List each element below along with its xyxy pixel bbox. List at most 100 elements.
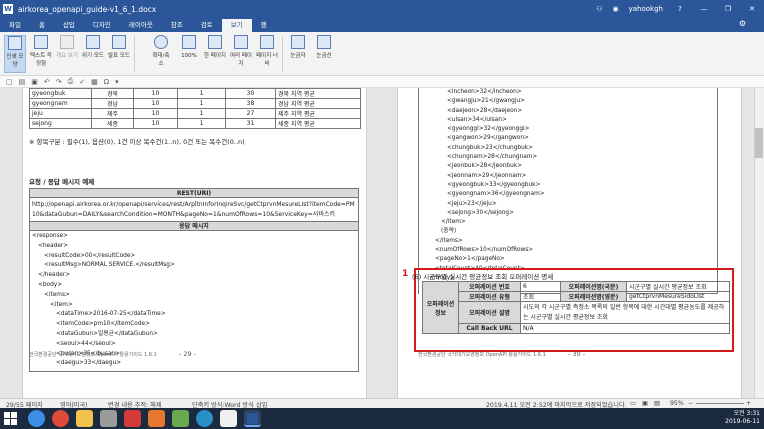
tab-file[interactable]: 파일	[0, 19, 30, 32]
item-category-note: ※ 항목구분 : 필수(1), 옵션(0), 1건 이상 복수건(1..n), …	[29, 138, 245, 146]
table-row: Call Back URL N/A	[423, 323, 730, 334]
scrollbar-thumb[interactable]	[755, 128, 763, 158]
table-cell: 세종 지역 평균	[275, 118, 361, 129]
page-number: - 29 -	[179, 350, 197, 358]
customize-toolbar-icon[interactable]: ▾	[115, 78, 119, 86]
print-layout-button[interactable]: 인쇄 모양	[4, 35, 26, 73]
xml-line: <jeju>23</jeju>	[447, 200, 497, 207]
table-row: 오퍼레이션 설명 시도의 각 시군구별 측정소 목록의 일반 항목에 대한 시간…	[423, 301, 730, 324]
save-icon[interactable]: ▣	[31, 78, 38, 86]
page-width-button[interactable]: 페이지 너비	[256, 35, 278, 73]
multiple-pages-button[interactable]: 여러 페이지	[230, 35, 252, 73]
operation-spec-table: 오퍼레이션 정보 오퍼레이션 번호 6 오퍼레이션명(국문) 시군구별 실시간 …	[422, 281, 730, 334]
vertical-scrollbar[interactable]	[754, 88, 764, 398]
ribbon-tabs: 파일 홈 삽입 디자인 레이아웃 참조 검토 보기 펜 ⚙	[0, 18, 764, 32]
zoom-out-button[interactable]: −	[688, 400, 693, 407]
read-mode-button[interactable]: 위기 모드	[82, 35, 104, 73]
xml-line: <gyeongbuk>33</gyeongbuk>	[447, 181, 541, 188]
zoom-button[interactable]: 확대/축소	[150, 35, 172, 73]
tab-pen[interactable]: 펜	[252, 19, 276, 32]
account-icon[interactable]: ⚇	[591, 5, 607, 13]
tab-design[interactable]: 디자인	[84, 19, 120, 32]
table-cell: 27	[225, 108, 276, 119]
table-row: sejong 세종 10 1 31 세종 지역 평균	[29, 118, 361, 129]
redo-icon[interactable]: ↷	[56, 78, 62, 86]
tab-home[interactable]: 홈	[30, 19, 54, 32]
response-xml-continued: <incheon>32</incheon> <gwangju>21</gwang…	[418, 88, 718, 294]
app-icon[interactable]	[148, 410, 165, 427]
zoom-in-button[interactable]: +	[746, 400, 751, 407]
user-name[interactable]: yahookgh	[624, 5, 668, 13]
xml-line: <jeonbuk>28</jeonbuk>	[447, 163, 522, 170]
page-footer: 한국환경공단 국가대기오염정보 OpenAPI 활용가이드 1.6.1	[29, 352, 157, 358]
table-cell: 경북 지역 평균	[275, 88, 361, 99]
presentation-mode-button[interactable]: 발표 모드	[108, 35, 130, 73]
xml-line: </header>	[38, 272, 71, 279]
undo-icon[interactable]: ↶	[44, 78, 50, 86]
help-button[interactable]: ?	[668, 5, 692, 13]
table-cell: gyeongnam	[29, 98, 92, 109]
new-document-icon[interactable]: ▢	[6, 78, 13, 86]
clock-time: 오전 3:31	[733, 410, 760, 417]
tab-layout[interactable]: 레이아웃	[120, 19, 162, 32]
table-cell: 1	[177, 98, 226, 109]
table-cell: 10	[133, 108, 178, 119]
app-icon[interactable]	[124, 410, 141, 427]
request-response-box: REST(URI) http://openapi.airkorea.or.kr/…	[29, 188, 359, 372]
app-icon[interactable]	[100, 410, 117, 427]
web-layout-icon[interactable]: ▤	[654, 400, 660, 407]
tab-view[interactable]: 보기	[221, 19, 252, 32]
word-taskbar-icon[interactable]	[244, 410, 261, 427]
file-explorer-icon[interactable]	[76, 410, 93, 427]
close-button[interactable]: ✕	[740, 5, 764, 13]
edge-browser-icon[interactable]	[28, 410, 45, 427]
table-cell: 38	[225, 98, 276, 109]
spelling-icon[interactable]: ✓	[79, 78, 85, 86]
op-name-kr: 시군구별 실시간 평균정보 조회	[626, 281, 730, 292]
one-page-button[interactable]: 한 페이지	[204, 35, 226, 73]
notification-icon[interactable]: ◉	[608, 5, 624, 13]
zoom-100-button[interactable]: 100%	[178, 35, 200, 73]
section-title: (6) 시군구별 실시간 평균정보 조회 오퍼레이션 명세	[412, 273, 554, 281]
xml-line: <daejeon>28</daejeon>	[447, 107, 523, 114]
minimize-button[interactable]: —	[692, 5, 716, 13]
outline-view-button[interactable]: 개요 보기	[56, 35, 78, 73]
xml-line: <daegu>33</daegu>	[56, 360, 122, 367]
gridlines-button[interactable]: 눈금선	[313, 35, 335, 73]
op-desc-label: 오퍼레이션 설명	[458, 301, 521, 324]
table-icon[interactable]: ▦	[91, 78, 98, 86]
regions-table: gyeongbuk 경북 10 1 30 경북 지역 평균 gyeongnam …	[29, 88, 361, 129]
table-cell: 제주 지역 평균	[275, 108, 361, 119]
outline-icon	[60, 35, 74, 49]
xml-line: (중략)	[441, 228, 457, 235]
read-mode-icon[interactable]: ▭	[630, 400, 636, 407]
ruler-button[interactable]: 눈금자	[287, 35, 309, 73]
tab-review[interactable]: 검토	[192, 19, 222, 32]
table-row: gyeongnam 경남 10 1 38 경남 지역 평균	[29, 98, 361, 109]
table-row: 오퍼레이션 유형 조회 오퍼레이션명(영문) getCtprvnMesureSi…	[423, 291, 730, 302]
print-icon[interactable]: ⎙	[68, 77, 74, 86]
ribbon-settings-icon[interactable]: ⚙	[739, 19, 746, 28]
table-row: jeju 제주 10 1 27 제주 지역 평균	[29, 108, 361, 119]
open-folder-icon[interactable]: ▤	[19, 78, 26, 86]
zoom-level[interactable]: 95%	[670, 400, 684, 407]
windows-start-icon[interactable]	[4, 412, 17, 425]
print-layout-status-icon[interactable]: ▣	[642, 400, 648, 407]
read-mode-icon	[86, 35, 100, 49]
xml-line: <chungbuk>23</chungbuk>	[447, 144, 533, 151]
zoom-slider[interactable]	[696, 403, 744, 404]
chrome-browser-icon[interactable]	[52, 410, 69, 427]
app-icon[interactable]	[220, 410, 237, 427]
xml-line: <gangwon>29</gangwon>	[447, 135, 529, 142]
tab-insert[interactable]: 삽입	[54, 19, 84, 32]
table-row: 오퍼레이션 정보 오퍼레이션 번호 6 오퍼레이션명(국문) 시군구별 실시간 …	[422, 281, 730, 334]
one-page-icon	[208, 35, 222, 49]
text-layout-button[interactable]: 텍스트 작정형	[30, 35, 52, 73]
app-icon[interactable]	[196, 410, 213, 427]
text-layout-icon	[34, 35, 48, 49]
system-tray-clock[interactable]: 오전 3:31 2019-06-11	[725, 410, 760, 426]
app-icon[interactable]	[172, 410, 189, 427]
symbol-icon[interactable]: Ω	[104, 78, 109, 86]
tab-references[interactable]: 참조	[162, 19, 192, 32]
restore-button[interactable]: ❐	[716, 5, 740, 13]
